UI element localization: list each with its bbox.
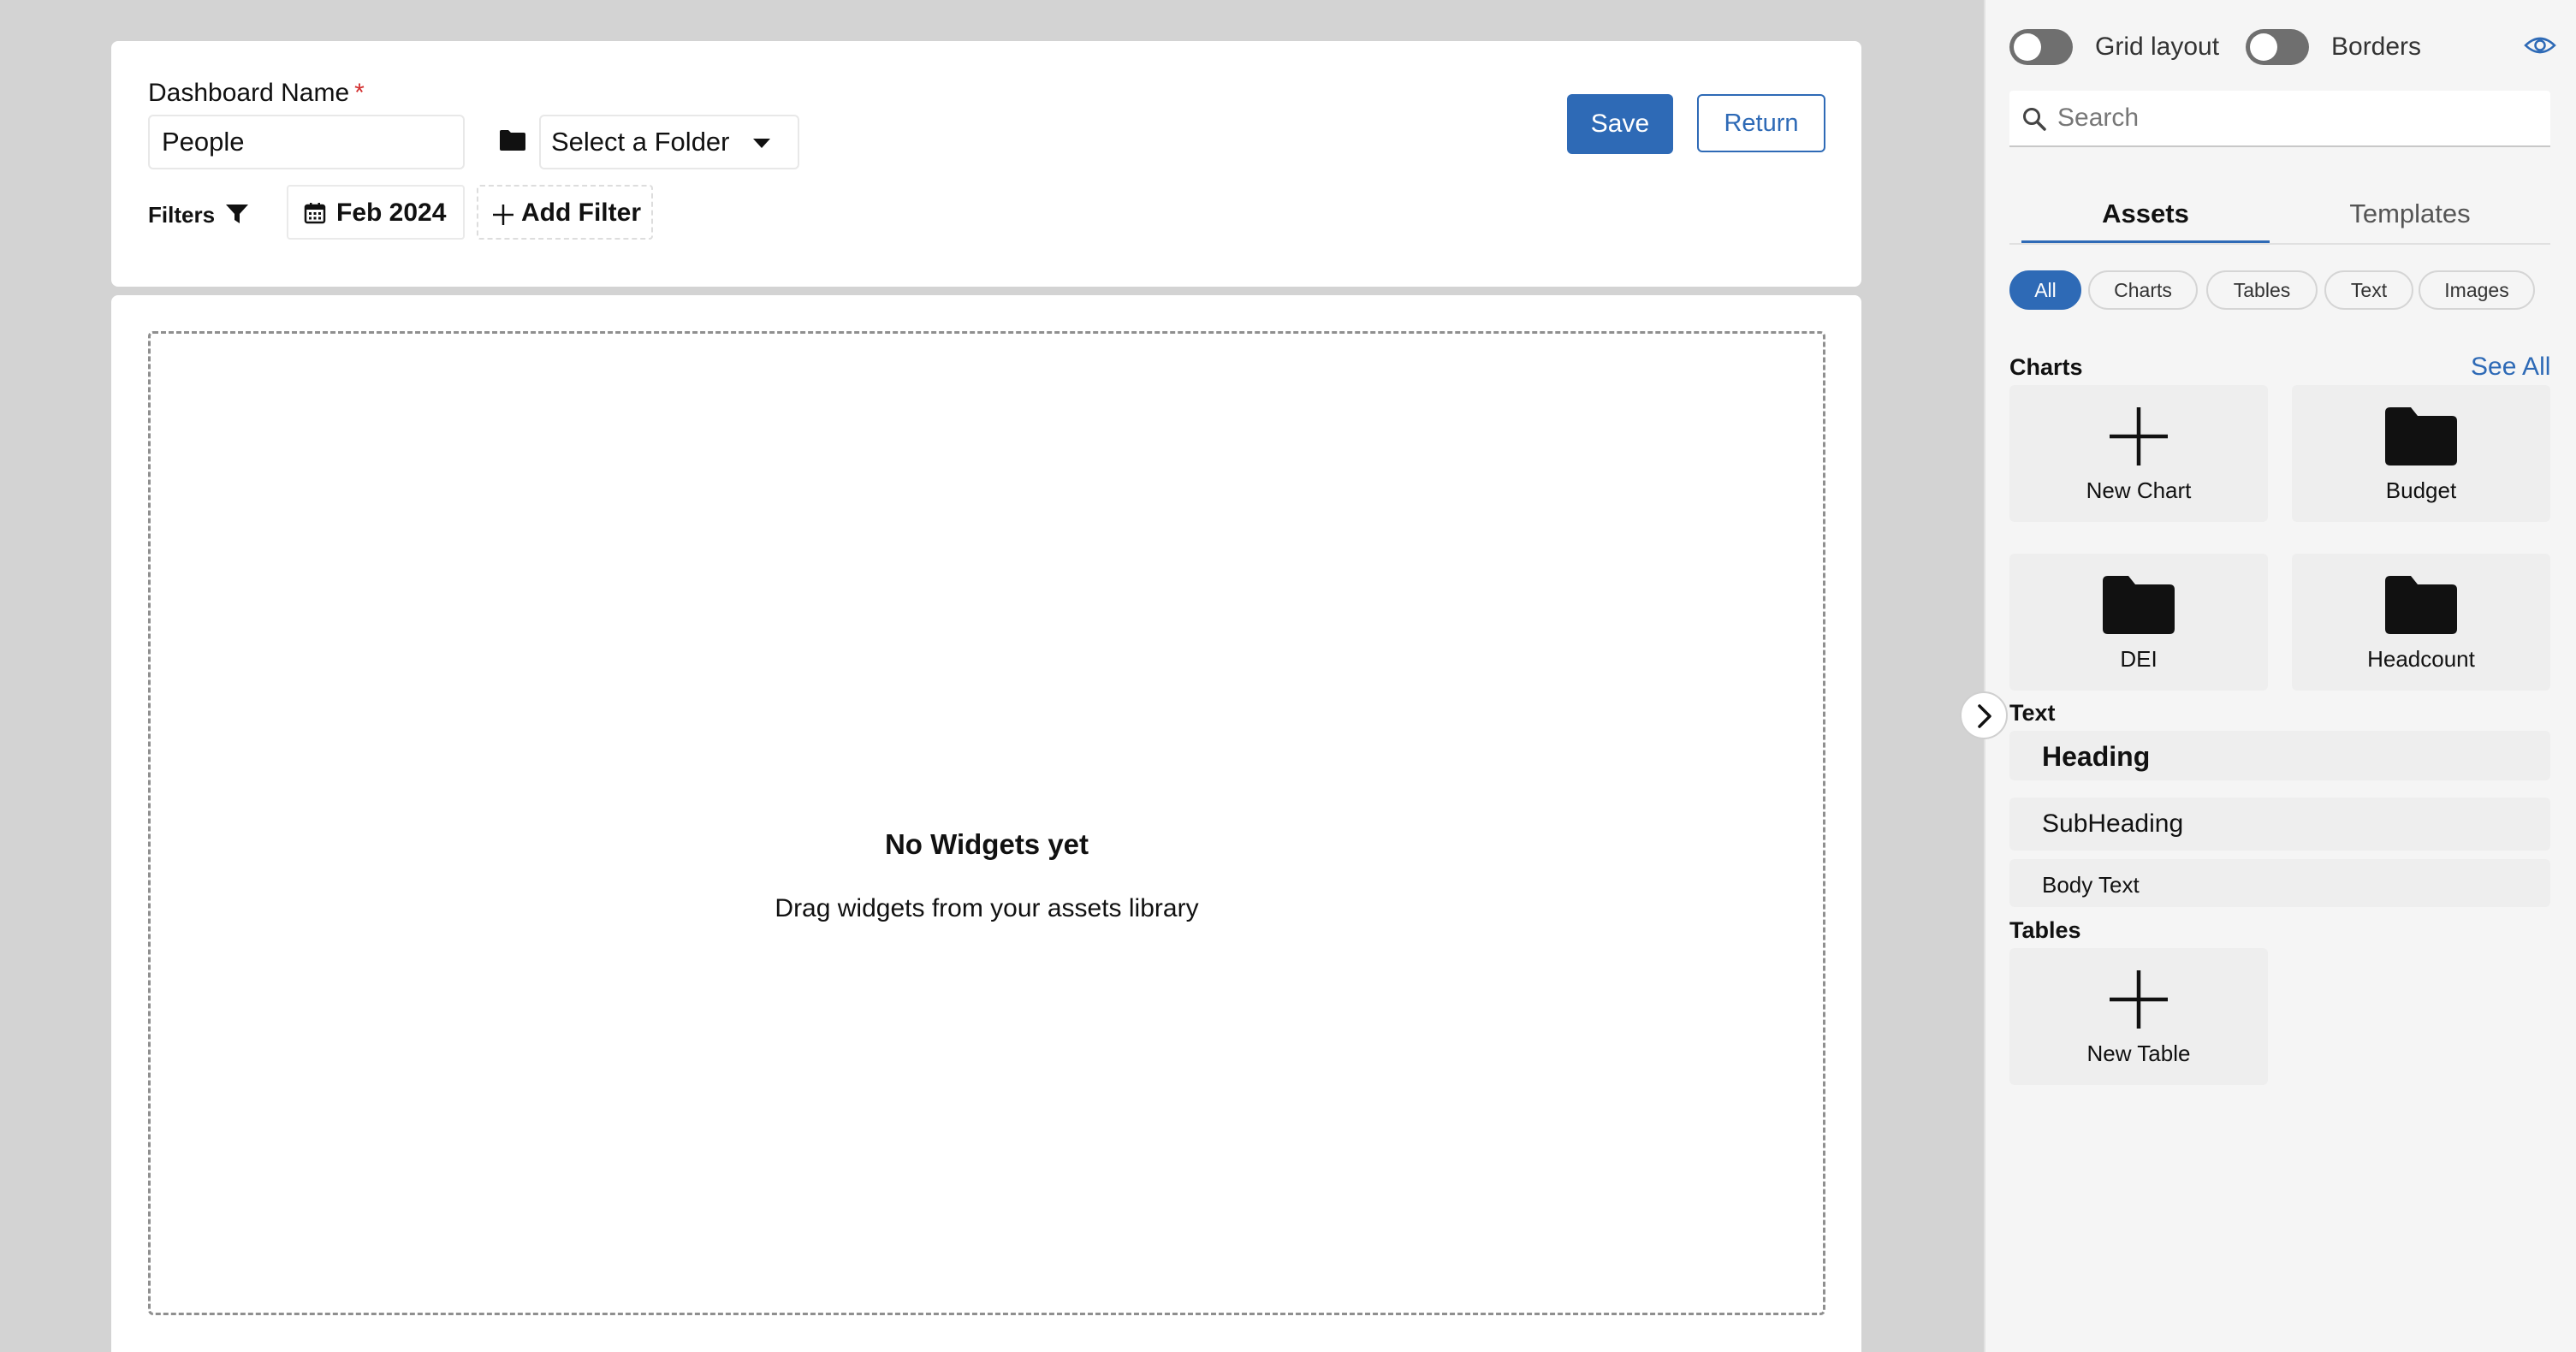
- folder-icon: [2385, 576, 2457, 634]
- filter-icon[interactable]: [224, 203, 250, 225]
- dashboard-name-label-text: Dashboard Name: [148, 79, 350, 107]
- add-filter-button[interactable]: Add Filter: [477, 185, 653, 240]
- folder-select[interactable]: Select a Folder: [539, 115, 799, 169]
- plus-icon: [2110, 407, 2168, 465]
- asset-new-table[interactable]: New Table: [2009, 948, 2268, 1085]
- folder-icon: [500, 130, 525, 151]
- grid-layout-label: Grid layout: [2095, 33, 2220, 61]
- asset-new-chart[interactable]: New Chart: [2009, 385, 2268, 522]
- borders-toggle[interactable]: [2246, 29, 2309, 65]
- pill-images[interactable]: Images: [2419, 270, 2535, 310]
- toggle-knob: [2014, 33, 2041, 61]
- eye-icon[interactable]: [2524, 34, 2556, 56]
- chevron-down-icon: [753, 139, 770, 148]
- grid-layout-toggle[interactable]: [2009, 29, 2073, 65]
- borders-label: Borders: [2331, 33, 2422, 61]
- asset-label: Headcount: [2367, 646, 2475, 672]
- empty-state-title: No Widgets yet: [884, 828, 1089, 860]
- asset-label: Budget: [2385, 477, 2457, 503]
- asset-label: New Chart: [2086, 477, 2192, 503]
- tab-templates[interactable]: Templates: [2283, 197, 2537, 245]
- date-filter-chip[interactable]: Feb 2024: [287, 185, 465, 240]
- date-filter-label: Feb 2024: [336, 199, 447, 227]
- asset-label: DEI: [2120, 646, 2158, 672]
- asset-label: New Table: [2086, 1041, 2191, 1066]
- dashboard-name-label: Dashboard Name *: [148, 79, 365, 108]
- save-button[interactable]: Save: [1567, 94, 1673, 154]
- folder-select-value: Select a Folder: [551, 127, 730, 157]
- asset-dei[interactable]: DEI: [2009, 554, 2268, 691]
- charts-section-title: Charts: [2009, 354, 2083, 380]
- dashboard-canvas-card: No Widgets yet Drag widgets from your as…: [111, 295, 1861, 1352]
- dashboard-header-card: Dashboard Name * People Select a Folder F…: [111, 41, 1861, 287]
- text-item-subheading[interactable]: SubHeading: [2009, 798, 2550, 851]
- collapse-panel-button[interactable]: [1960, 691, 2008, 739]
- search-icon: [2023, 108, 2046, 131]
- text-item-body[interactable]: Body Text: [2009, 859, 2550, 907]
- text-item-heading[interactable]: Heading: [2009, 731, 2550, 780]
- text-item-label: SubHeading: [2042, 809, 2184, 838]
- search-input[interactable]: [2057, 91, 2537, 145]
- folder-icon: [2385, 407, 2457, 465]
- plus-icon: [2110, 970, 2168, 1029]
- add-filter-label: Add Filter: [521, 199, 641, 227]
- pill-tables[interactable]: Tables: [2206, 270, 2318, 310]
- calendar-icon: [304, 203, 326, 224]
- asset-budget[interactable]: Budget: [2292, 385, 2550, 522]
- empty-state-subtitle: Drag widgets from your assets library: [775, 894, 1199, 922]
- text-item-label: Body Text: [2042, 872, 2140, 898]
- text-section-title: Text: [2009, 700, 2056, 726]
- folder-icon: [2103, 576, 2175, 634]
- return-button[interactable]: Return: [1697, 94, 1825, 152]
- asset-headcount[interactable]: Headcount: [2292, 554, 2550, 691]
- asset-search: [2009, 91, 2550, 147]
- required-indicator: *: [354, 79, 365, 107]
- text-item-label: Heading: [2042, 741, 2151, 772]
- tab-assets[interactable]: Assets: [2021, 197, 2270, 245]
- plus-icon: [493, 205, 513, 225]
- see-all-link[interactable]: See All: [2471, 353, 2550, 382]
- dashboard-name-input[interactable]: People: [148, 115, 465, 169]
- tables-section-title: Tables: [2009, 917, 2081, 943]
- pill-text[interactable]: Text: [2324, 270, 2413, 310]
- toggle-knob: [2250, 33, 2277, 61]
- tabs-divider: [2009, 243, 2550, 245]
- filters-label: Filters: [148, 202, 216, 228]
- pill-charts[interactable]: Charts: [2088, 270, 2198, 310]
- chevron-right-icon: [1978, 704, 1991, 728]
- pill-all[interactable]: All: [2009, 270, 2081, 310]
- widget-drop-zone[interactable]: No Widgets yet Drag widgets from your as…: [148, 331, 1825, 1315]
